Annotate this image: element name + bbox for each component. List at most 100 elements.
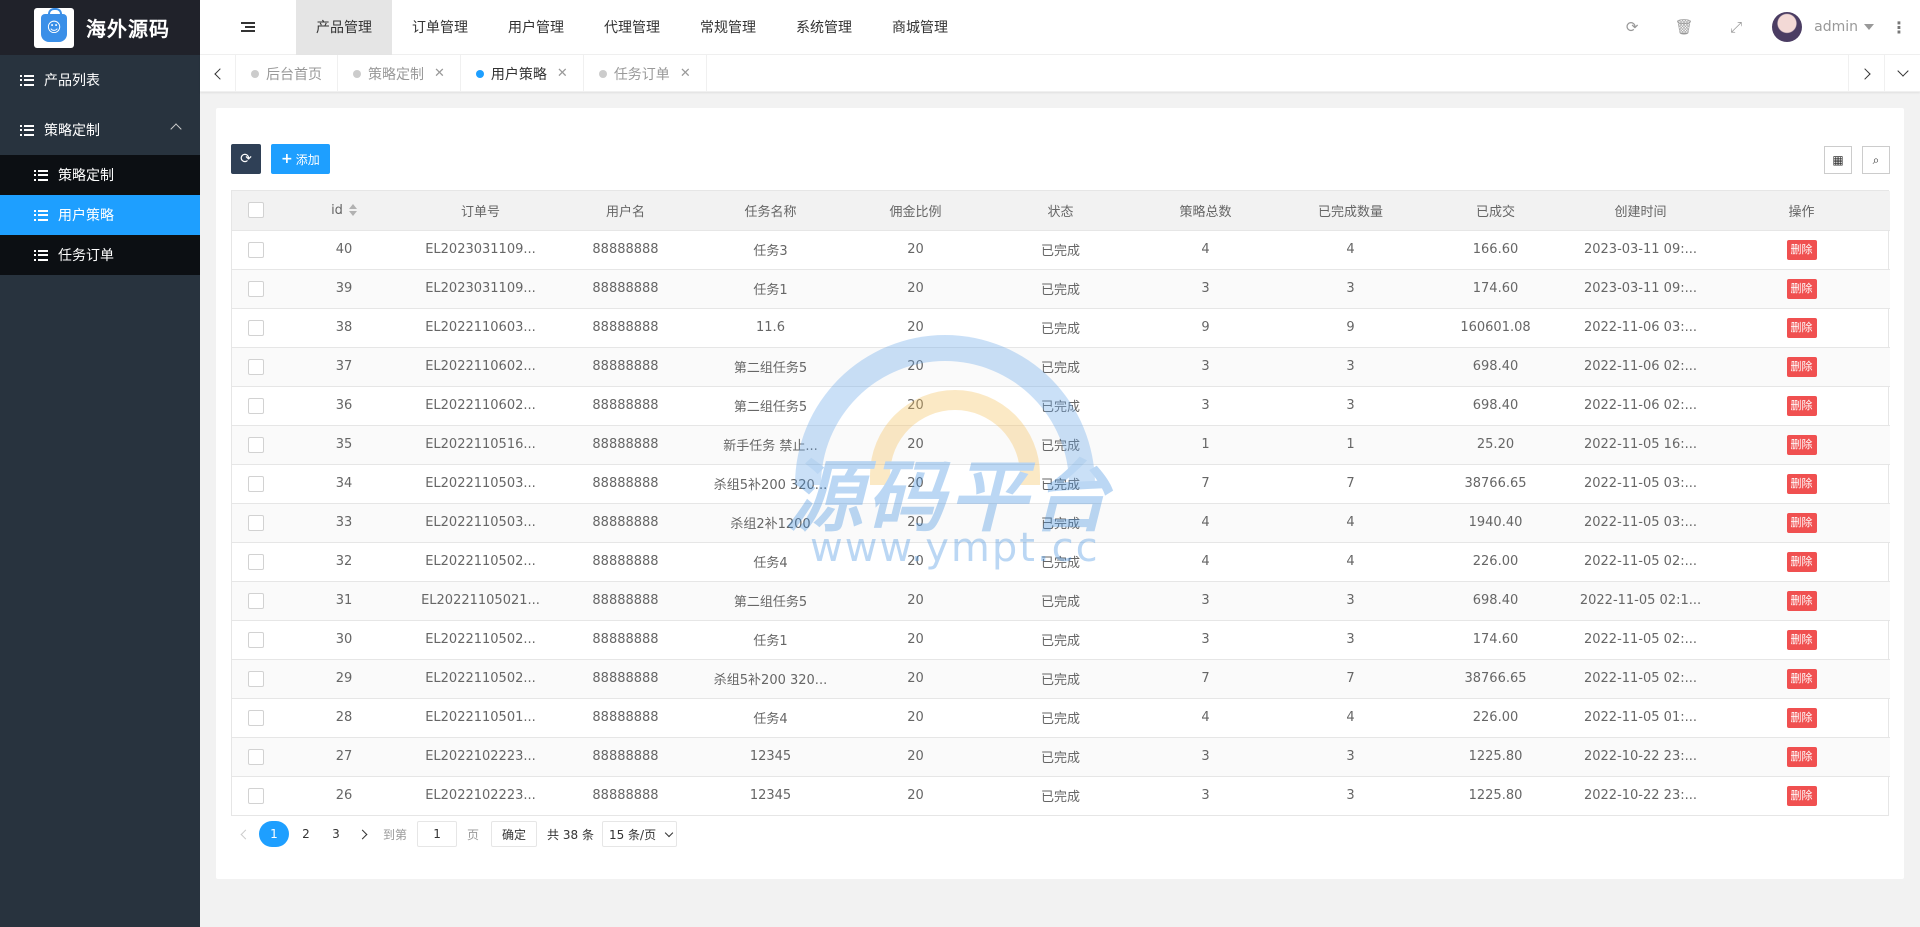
- close-icon[interactable]: ✕: [680, 66, 691, 81]
- confirm-page-button[interactable]: 确定: [491, 821, 538, 847]
- delete-button[interactable]: 删除: [1786, 746, 1817, 767]
- row-checkbox[interactable]: [248, 514, 264, 531]
- row-checkbox[interactable]: [248, 787, 264, 804]
- search-button[interactable]: ⌕: [1862, 146, 1890, 174]
- tab-user-strategy[interactable]: 用户策略 ✕: [461, 55, 584, 92]
- topnav-item-orders[interactable]: 订单管理: [392, 0, 488, 55]
- row-checkbox[interactable]: [248, 436, 264, 453]
- row-checkbox[interactable]: [248, 475, 264, 492]
- commission-cell: 20: [843, 659, 988, 699]
- strategy-total-cell: 1: [1133, 425, 1278, 465]
- delete-button[interactable]: 删除: [1786, 551, 1817, 572]
- task-name-cell: 任务4: [698, 542, 843, 582]
- actions-cell: 删除: [1713, 659, 1890, 699]
- header-actions: ⟳ 🗑 ⤢ admin ⋮: [1606, 0, 1920, 55]
- tabs-scroll-right-button[interactable]: [1848, 55, 1884, 92]
- user-menu[interactable]: admin: [1762, 0, 1884, 55]
- order-no-cell: EL2023031109...: [408, 269, 553, 309]
- table-row: 31 EL20221105021... 88888888 第二组任务5 20 已完成 3 3 6…: [232, 581, 1890, 621]
- page-size-select[interactable]: 15 条/页: [601, 821, 678, 847]
- select-all-checkbox[interactable]: [248, 202, 264, 219]
- tab-strategy-custom[interactable]: 策略定制 ✕: [338, 55, 461, 92]
- delete-button[interactable]: 删除: [1786, 317, 1817, 338]
- chevron-right-icon: [357, 829, 368, 839]
- table-row: 27 EL2022102223... 88888888 12345 20 已完成 3 3 122…: [232, 737, 1890, 777]
- status-cell: 已完成: [988, 386, 1133, 426]
- delete-button[interactable]: 删除: [1786, 395, 1817, 416]
- topnav-item-mall[interactable]: 商城管理: [872, 0, 968, 55]
- table-row: 26 EL2022102223... 88888888 12345 20 已完成 3 3 122…: [232, 776, 1890, 815]
- row-checkbox-cell: [232, 659, 280, 699]
- chevron-left-icon: [240, 829, 251, 839]
- topnav-item-users[interactable]: 用户管理: [488, 0, 584, 55]
- sidebar-item-strategy[interactable]: 策略定制: [0, 105, 200, 155]
- page-3-button[interactable]: 3: [323, 821, 349, 847]
- username: admin: [1814, 19, 1858, 35]
- topnav-item-system[interactable]: 系统管理: [776, 0, 872, 55]
- delete-button[interactable]: 删除: [1786, 668, 1817, 689]
- menu-toggle-button[interactable]: [200, 0, 296, 55]
- delete-button[interactable]: 删除: [1786, 707, 1817, 728]
- tab-home[interactable]: 后台首页: [236, 55, 338, 92]
- row-checkbox[interactable]: [248, 670, 264, 687]
- page-2-button[interactable]: 2: [293, 821, 319, 847]
- status-cell: 已完成: [988, 659, 1133, 699]
- column-filter-button[interactable]: ▦: [1824, 146, 1852, 174]
- row-checkbox[interactable]: [248, 709, 264, 726]
- fullscreen-icon[interactable]: ⤢: [1710, 0, 1762, 55]
- logo[interactable]: ☺ 海外源码: [0, 0, 200, 55]
- delete-button[interactable]: 删除: [1786, 473, 1817, 494]
- sidebar-subitem-task-orders[interactable]: 任务订单: [0, 235, 200, 275]
- topnav-item-general[interactable]: 常规管理: [680, 0, 776, 55]
- row-checkbox[interactable]: [248, 553, 264, 570]
- delete-button[interactable]: 删除: [1786, 278, 1817, 299]
- row-checkbox[interactable]: [248, 748, 264, 765]
- column-header-actions: 操作: [1713, 191, 1890, 231]
- tabs-scroll-left-button[interactable]: [200, 55, 236, 92]
- task-name-cell: 任务3: [698, 230, 843, 270]
- table-row: 35 EL2022110516... 88888888 新手任务 禁止... 20 已完成…: [232, 425, 1890, 465]
- completed-cell: 3: [1278, 737, 1423, 777]
- sidebar-subitem-user-strategy[interactable]: 用户策略: [0, 195, 200, 235]
- topnav-item-product[interactable]: 产品管理: [296, 0, 392, 55]
- close-icon[interactable]: ✕: [557, 66, 568, 81]
- goto-page-input[interactable]: 1: [417, 821, 458, 847]
- refresh-icon[interactable]: ⟳: [1606, 0, 1658, 55]
- sidebar-subitem-strategy-custom[interactable]: 策略定制: [0, 155, 200, 195]
- next-page-button[interactable]: [351, 821, 377, 847]
- row-checkbox[interactable]: [248, 319, 264, 336]
- row-checkbox[interactable]: [248, 358, 264, 375]
- delete-button[interactable]: 删除: [1786, 239, 1817, 260]
- delete-button[interactable]: 删除: [1786, 434, 1817, 455]
- trash-icon[interactable]: 🗑: [1658, 0, 1710, 55]
- delete-button[interactable]: 删除: [1786, 356, 1817, 377]
- id-cell: 26: [335, 788, 353, 804]
- delete-button[interactable]: 删除: [1786, 590, 1817, 611]
- table-tools: ▦ ⌕: [1814, 146, 1890, 174]
- tabs-menu-button[interactable]: [1884, 55, 1920, 92]
- commission-cell: 20: [843, 542, 988, 582]
- row-checkbox[interactable]: [248, 397, 264, 414]
- actions-cell: 删除: [1713, 620, 1890, 660]
- more-vertical-icon[interactable]: ⋮: [1884, 0, 1914, 55]
- row-checkbox[interactable]: [248, 241, 264, 258]
- tab-task-orders[interactable]: 任务订单 ✕: [584, 55, 707, 92]
- delete-button[interactable]: 删除: [1786, 629, 1817, 650]
- page-unit-label: 页: [467, 827, 480, 842]
- close-icon[interactable]: ✕: [434, 66, 445, 81]
- page-1-button[interactable]: 1: [259, 821, 289, 847]
- column-header-id[interactable]: id: [280, 191, 408, 231]
- prev-page-button[interactable]: [231, 821, 257, 847]
- sort-icon[interactable]: [348, 204, 357, 217]
- topnav-item-agents[interactable]: 代理管理: [584, 0, 680, 55]
- delete-button[interactable]: 删除: [1786, 785, 1817, 806]
- username-cell: 88888888: [553, 425, 698, 465]
- add-button[interactable]: + 添加: [271, 144, 330, 174]
- row-checkbox[interactable]: [248, 280, 264, 297]
- delete-button[interactable]: 删除: [1786, 512, 1817, 533]
- row-checkbox[interactable]: [248, 631, 264, 648]
- strategy-total-cell: 3: [1133, 386, 1278, 426]
- refresh-button[interactable]: ⟳: [231, 144, 261, 174]
- row-checkbox[interactable]: [248, 592, 264, 609]
- sidebar-item-product-list[interactable]: 产品列表: [0, 55, 200, 105]
